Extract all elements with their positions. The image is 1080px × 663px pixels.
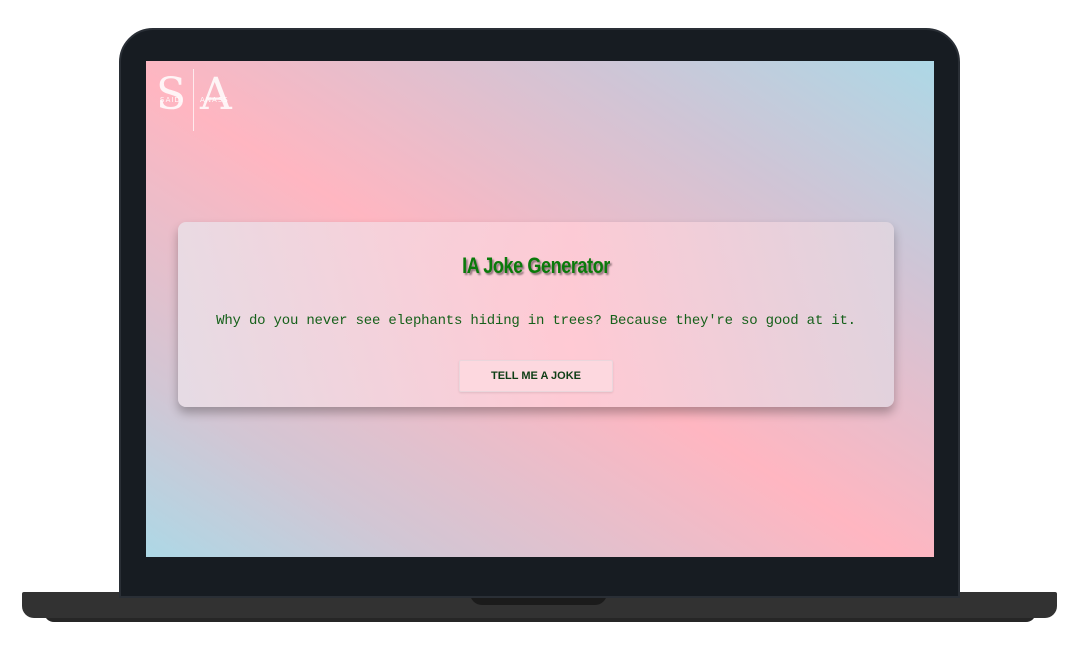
logo-letter-a: A: [200, 69, 232, 120]
joke-text: Why do you never see elephants hiding in…: [216, 313, 856, 329]
page-title: IA Joke Generator: [462, 253, 610, 278]
logo-divider: [193, 69, 194, 131]
joke-card: IA Joke Generator Why do you never see e…: [178, 222, 894, 407]
logo-text-anass: ANASS: [200, 96, 229, 104]
logo-text-saidi: SAIDI: [160, 96, 184, 104]
brand-logo[interactable]: S A SAIDI ANASS: [154, 67, 238, 131]
tell-joke-button[interactable]: TELL ME A JOKE: [459, 360, 613, 392]
logo-letter-s: S: [156, 69, 187, 120]
app-screen: S A SAIDI ANASS IA Joke Generator Why do…: [146, 61, 934, 557]
